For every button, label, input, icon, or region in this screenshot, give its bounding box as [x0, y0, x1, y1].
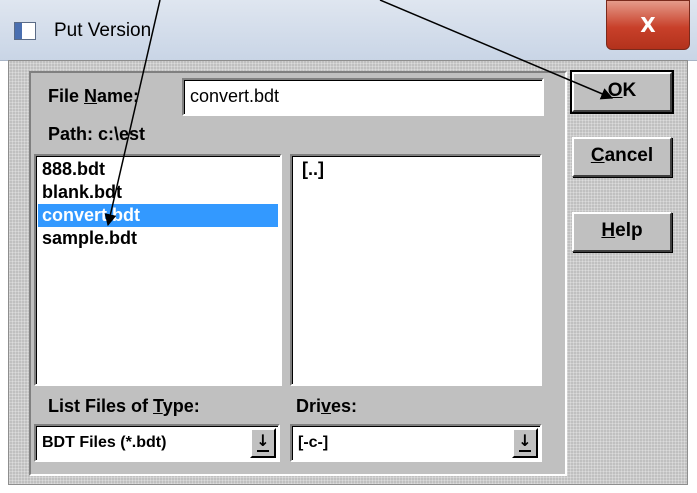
filename-input[interactable]: convert.bdt: [182, 78, 544, 116]
close-button[interactable]: X: [606, 0, 690, 50]
path-label: Path: c:\est: [48, 124, 146, 144]
filename-label: File Name:: [48, 86, 140, 106]
file-type-select[interactable]: BDT Files (*.bdt) ↓: [34, 424, 280, 462]
list-item[interactable]: blank.bdt: [38, 181, 278, 204]
ok-button[interactable]: OK: [570, 70, 674, 114]
title-bar[interactable]: Put Version X: [0, 0, 697, 61]
list-item[interactable]: sample.bdt: [38, 227, 278, 250]
dropdown-arrow-icon[interactable]: ↓: [250, 428, 276, 458]
drive-select[interactable]: [-c-] ↓: [290, 424, 542, 462]
cancel-button[interactable]: Cancel: [572, 137, 672, 177]
help-button[interactable]: Help: [572, 212, 672, 252]
drive-value: [-c-]: [298, 434, 329, 451]
app-icon: [14, 22, 36, 40]
directory-item[interactable]: [..]: [298, 158, 534, 181]
window-title: Put Version: [54, 20, 152, 41]
list-item-selected[interactable]: convert.bdt: [38, 204, 278, 227]
file-type-label: List Files of Type:: [48, 396, 200, 416]
filename-value: convert.bdt: [190, 86, 280, 106]
drives-label: Drives:: [296, 396, 358, 416]
dropdown-arrow-icon[interactable]: ↓: [512, 428, 538, 458]
file-type-value: BDT Files (*.bdt): [42, 434, 167, 451]
file-list[interactable]: 888.bdt blank.bdt convert.bdt sample.bdt: [34, 154, 282, 386]
put-version-window: Put Version X File Name: convert.bdt Pat…: [0, 0, 697, 493]
directory-list[interactable]: [..]: [290, 154, 542, 386]
list-item[interactable]: 888.bdt: [38, 158, 278, 181]
